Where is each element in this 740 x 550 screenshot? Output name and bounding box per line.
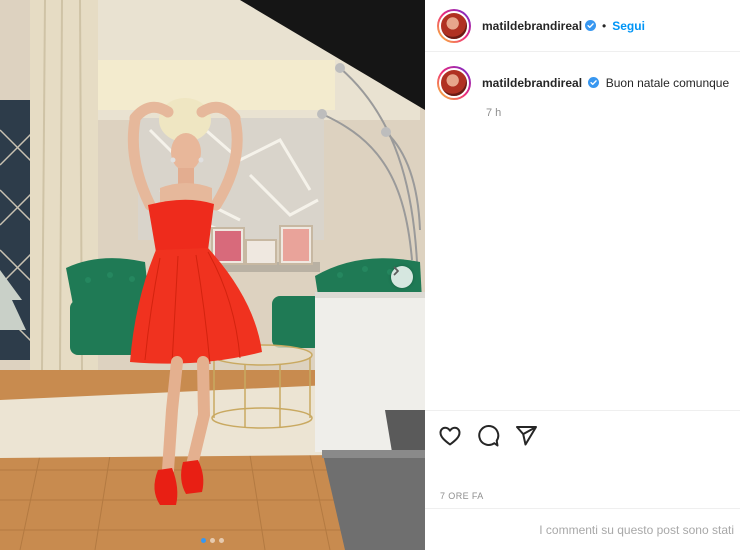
caption-timestamp[interactable]: 7 h <box>486 107 501 119</box>
chevron-right-icon <box>393 266 399 276</box>
caption-avatar[interactable] <box>437 66 471 100</box>
carousel-dot <box>210 538 215 543</box>
comments-disabled-notice: I commenti su questo post sono stati <box>425 508 740 550</box>
header-separator: • <box>602 18 607 33</box>
carousel-next-button[interactable] <box>391 266 413 288</box>
comment-icon[interactable] <box>476 424 500 448</box>
carousel-dot <box>219 538 224 543</box>
username-link[interactable]: matildebrandireal <box>482 19 582 33</box>
post-header: matildebrandireal • Segui <box>425 0 740 52</box>
verified-badge-icon <box>585 20 597 31</box>
photo-illustration <box>0 0 425 550</box>
verified-badge-icon <box>588 77 600 88</box>
caption-text: Buon natale comunque <box>605 76 730 90</box>
caption: matildebrandireal Buon natale comunque 7… <box>425 66 740 119</box>
follow-button[interactable]: Segui <box>612 19 645 33</box>
heart-icon[interactable] <box>438 424 462 448</box>
carousel-dot <box>201 538 206 543</box>
avatar[interactable] <box>437 8 471 43</box>
post-photo[interactable] <box>0 0 425 550</box>
share-icon[interactable] <box>514 424 538 448</box>
action-bar <box>425 410 740 460</box>
caption-username[interactable]: matildebrandireal <box>482 76 582 90</box>
post-date[interactable]: 7 ORE FA <box>440 491 484 501</box>
post-side-panel: matildebrandireal • Segui matildebrandir… <box>425 0 740 550</box>
carousel-indicators <box>0 538 425 543</box>
